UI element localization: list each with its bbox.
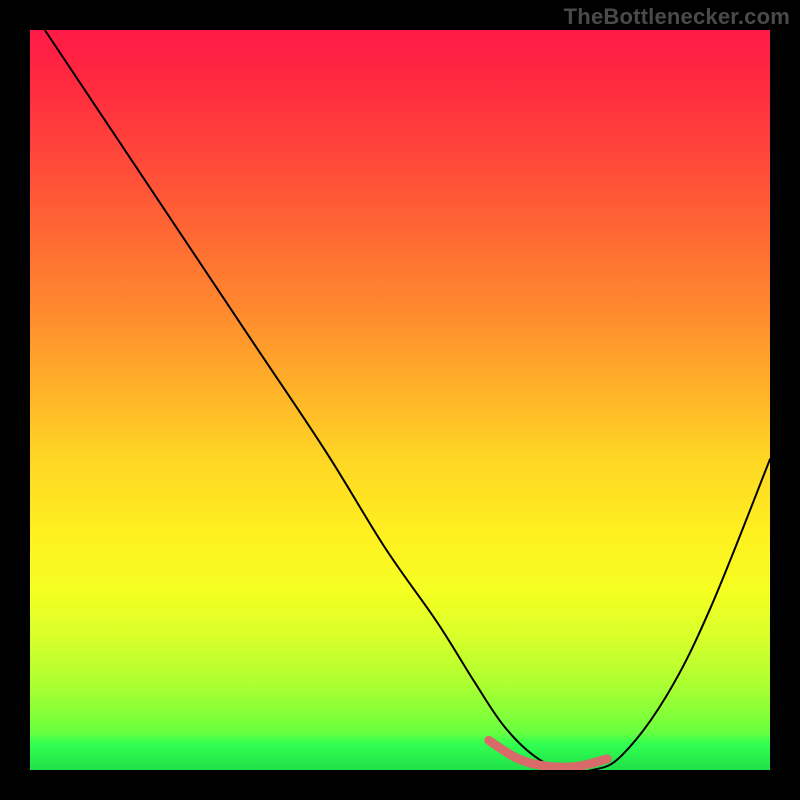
plot-area (30, 30, 770, 770)
bottleneck-curve (45, 30, 770, 770)
chart-frame: TheBottleneckеr.com (0, 0, 800, 800)
chart-svg (30, 30, 770, 770)
green-band (30, 734, 770, 770)
watermark-text: TheBottleneckеr.com (564, 4, 790, 30)
